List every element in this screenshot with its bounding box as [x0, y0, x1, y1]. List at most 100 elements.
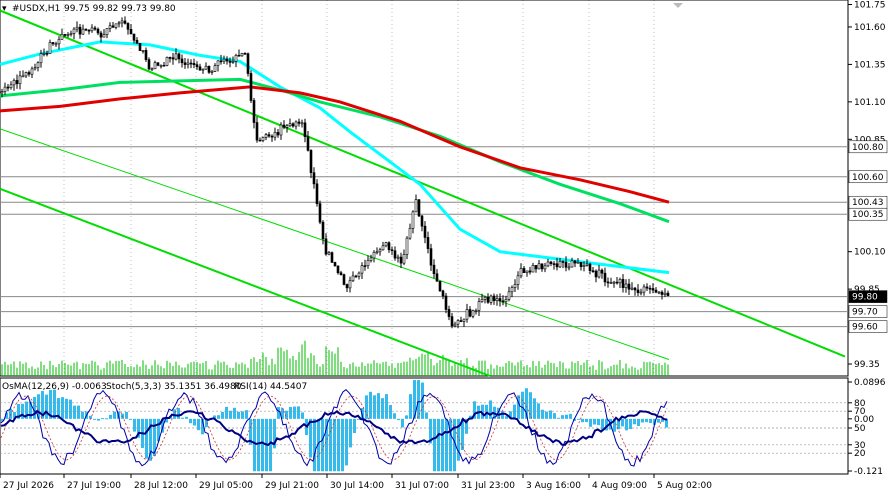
candle-body: [378, 249, 382, 253]
candle-body: [471, 310, 475, 317]
candle-body: [108, 25, 112, 29]
candle-body: [615, 281, 619, 284]
osma-bar: [97, 418, 100, 421]
candle-body: [177, 53, 181, 60]
candle-body: [195, 64, 199, 68]
candle-body: [510, 287, 514, 293]
level-tag-label: 99.70: [852, 308, 878, 318]
candle-body: [288, 123, 292, 127]
candle-body: [381, 245, 385, 251]
level-tag-label: 99.60: [852, 323, 878, 333]
candle-body: [87, 29, 91, 32]
candle-body: [18, 75, 22, 85]
candle-body: [63, 34, 67, 36]
osma-bar: [233, 407, 236, 419]
candle-body: [192, 63, 196, 66]
candle-body: [516, 275, 520, 285]
candle-body: [579, 261, 583, 267]
candle-body: [495, 298, 499, 301]
candle-body: [138, 43, 142, 51]
candle-body: [90, 27, 94, 32]
candle-body: [309, 150, 313, 174]
candle-body: [618, 279, 622, 284]
osma-bar: [589, 418, 592, 427]
candle-body: [318, 203, 322, 223]
osma-bar: [657, 418, 660, 423]
candle-body: [222, 58, 226, 62]
price-tick-label: 101.75: [854, 0, 886, 10]
candle-body: [375, 251, 379, 254]
osma-bar: [297, 406, 300, 419]
candle-body: [657, 291, 661, 294]
candle-body: [372, 251, 376, 259]
candle-body: [102, 34, 106, 38]
candle-body: [228, 60, 232, 63]
candle-body: [525, 270, 529, 274]
candle-body: [606, 281, 610, 284]
candle-body: [162, 64, 166, 67]
candle-body: [0, 91, 4, 94]
candle-body: [405, 237, 409, 255]
candle-body: [624, 283, 628, 288]
trading-chart[interactable]: 101.75101.60101.35101.10100.85100.1099.8…: [0, 0, 888, 494]
candle-body: [282, 124, 286, 128]
candle-body: [507, 291, 511, 300]
osma-bar: [225, 406, 228, 419]
candle-body: [528, 270, 532, 273]
candle-body: [72, 28, 76, 34]
candle-body: [168, 57, 172, 59]
level-tag-label: 100.35: [852, 210, 884, 220]
candle-body: [300, 122, 304, 125]
candle-body: [9, 84, 13, 88]
candle-body: [57, 38, 61, 45]
price-tick-label: 101.10: [854, 98, 886, 108]
candle-body: [60, 34, 64, 40]
candle-body: [210, 71, 214, 73]
osma-bar: [129, 418, 132, 420]
osma-bar: [521, 391, 524, 419]
candle-body: [462, 318, 466, 322]
candle-body: [234, 54, 238, 62]
candle-body: [120, 20, 124, 24]
candle-body: [540, 263, 544, 270]
osma-bar: [557, 417, 560, 419]
time-tick-label: 4 Aug 09:00: [592, 481, 647, 491]
time-axis: 27 Jul 2026 27 Jul 19:00 28 Jul 12:00 29 Ju…: [0, 474, 712, 491]
candle-body: [258, 139, 262, 142]
level-tag-label: 100.43: [852, 198, 884, 208]
candle-body: [135, 39, 139, 44]
candle-body: [501, 300, 505, 303]
osma-bar: [345, 418, 348, 466]
candle-body: [231, 61, 235, 63]
time-tick-label: 27 Jul 2026: [3, 481, 54, 491]
osma-bar: [581, 418, 584, 423]
candle-body: [156, 62, 160, 66]
candle-body: [492, 295, 496, 301]
candle-body: [660, 291, 664, 295]
candle-body: [564, 261, 568, 268]
candle-body: [225, 58, 229, 62]
osma-bar: [53, 389, 56, 419]
osma-bar: [385, 394, 388, 419]
osma-bar: [193, 418, 196, 426]
candle-body: [420, 215, 424, 227]
osma-bar: [529, 392, 532, 419]
candle-body: [21, 75, 25, 78]
candle-body: [174, 53, 178, 60]
candle-body: [393, 250, 397, 259]
candle-body: [597, 269, 601, 278]
osma-bar: [645, 418, 648, 423]
candle-body: [51, 42, 55, 45]
candle-body: [423, 225, 427, 238]
candle-body: [141, 50, 145, 52]
candle-body: [75, 26, 79, 30]
candle-body: [54, 43, 58, 46]
osma-bar: [77, 405, 80, 419]
osma-bar: [109, 414, 112, 419]
osma-bar: [505, 416, 508, 419]
candle-body: [486, 296, 490, 303]
osma-bar: [309, 418, 312, 458]
osma-bar: [533, 398, 536, 419]
candle-body: [399, 256, 403, 264]
candle-body: [114, 23, 118, 28]
